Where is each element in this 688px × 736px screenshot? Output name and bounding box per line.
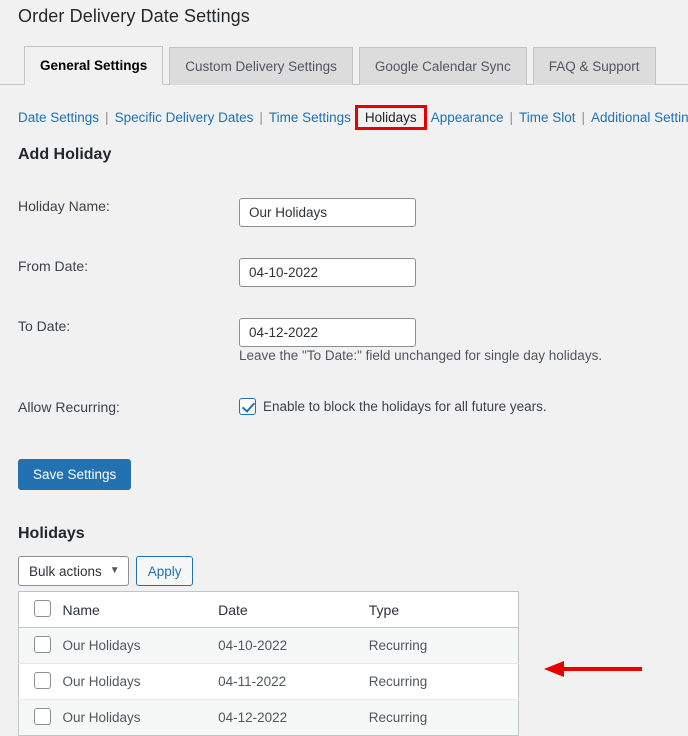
row-select-cell [19,700,63,736]
column-header-date[interactable]: Date [218,591,369,628]
subnav-separator: | [581,110,586,125]
field-row-from-date: From Date: [0,258,688,287]
field-row-holiday-name: Holiday Name: [0,198,688,227]
row-select-checkbox[interactable] [34,671,51,689]
subnav-item-appearance[interactable]: Appearance [431,110,504,125]
subnav-item-date-settings[interactable]: Date Settings [18,110,99,125]
cell-date: 04-11-2022 [218,674,287,689]
page-title: Order Delivery Date Settings [18,6,250,26]
subnav-separator: | [105,110,109,125]
subnav: Date Settings | Specific Delivery Dates … [18,105,688,130]
holidays-table-head: Name Date Type [18,591,519,628]
subnav-item-specific-delivery-dates[interactable]: Specific Delivery Dates [115,110,254,125]
tab-custom-delivery-settings[interactable]: Custom Delivery Settings [169,47,353,85]
allow-recurring-checkbox-label: Enable to block the holidays for all fut… [263,399,547,414]
cell-date: 04-12-2022 [218,710,288,725]
holidays-list-heading: Holidays [18,525,85,542]
bulk-actions-select-value: Bulk actions [29,563,102,579]
subnav-separator: | [259,110,263,125]
to-date-hint: Leave the "To Date:" field unchanged for… [239,348,603,363]
cell-type: Recurring [368,638,428,653]
bulk-actions-toolbar: Bulk actions ▼ Apply [18,556,194,586]
to-date-label: To Date: [18,318,71,334]
tab-google-calendar-sync[interactable]: Google Calendar Sync [358,47,527,85]
allow-recurring-label: Allow Recurring: [18,398,120,415]
table-row: Our Holidays 04-12-2022 Recurring [18,699,519,736]
select-all-checkbox[interactable] [34,599,51,617]
cell-name: Our Holidays [62,674,141,689]
select-all-cell [18,591,63,628]
field-row-allow-recurring: Allow Recurring: Enable to block the hol… [0,398,688,415]
subnav-item-holidays[interactable]: Holidays [365,110,417,125]
subnav-item-additional-settings[interactable]: Additional Settings [591,110,688,125]
row-select-cell [19,664,63,700]
settings-tab-bar: General Settings Custom Delivery Setting… [0,46,688,85]
table-row: Our Holidays 04-10-2022 Recurring [18,627,519,664]
bulk-actions-select[interactable]: Bulk actions ▼ [18,556,129,586]
cell-name: Our Holidays [62,638,141,653]
field-row-to-date: To Date: [0,318,688,347]
cell-name: Our Holidays [62,710,141,725]
cell-type: Recurring [368,674,428,689]
subnav-item-time-settings[interactable]: Time Settings [269,110,351,125]
allow-recurring-checkbox[interactable] [239,398,256,415]
annotation-arrow-left-icon [544,661,642,677]
to-date-input[interactable] [239,318,416,347]
apply-button[interactable]: Apply [135,556,194,586]
save-settings-button[interactable]: Save Settings [18,459,132,490]
from-date-input[interactable] [239,258,416,287]
table-header-row: Name Date Type [18,591,519,628]
table-row: Our Holidays 04-11-2022 Recurring [18,663,519,700]
holiday-name-label: Holiday Name: [18,198,110,214]
chevron-down-icon: ▼ [109,565,120,576]
cell-type: Recurring [368,710,428,725]
row-select-cell [19,628,63,664]
holiday-name-input[interactable] [239,198,416,227]
tab-faq-support[interactable]: FAQ & Support [532,47,656,85]
from-date-label: From Date: [18,258,89,274]
cell-date: 04-10-2022 [218,638,288,653]
subnav-item-time-slot[interactable]: Time Slot [519,110,576,125]
tab-general-settings[interactable]: General Settings [24,46,164,85]
subnav-highlight-box: Holidays [354,105,427,130]
holidays-table: Name Date Type Our Holidays 04-10-2022 R… [18,591,519,736]
column-header-name[interactable]: Name [62,591,219,628]
row-select-checkbox[interactable] [34,707,51,725]
subnav-separator: | [509,110,514,125]
column-header-type[interactable]: Type [368,591,519,628]
add-holiday-heading: Add Holiday [18,146,112,163]
row-select-checkbox[interactable] [34,635,51,653]
holidays-table-body: Our Holidays 04-10-2022 Recurring Our Ho… [18,627,519,736]
